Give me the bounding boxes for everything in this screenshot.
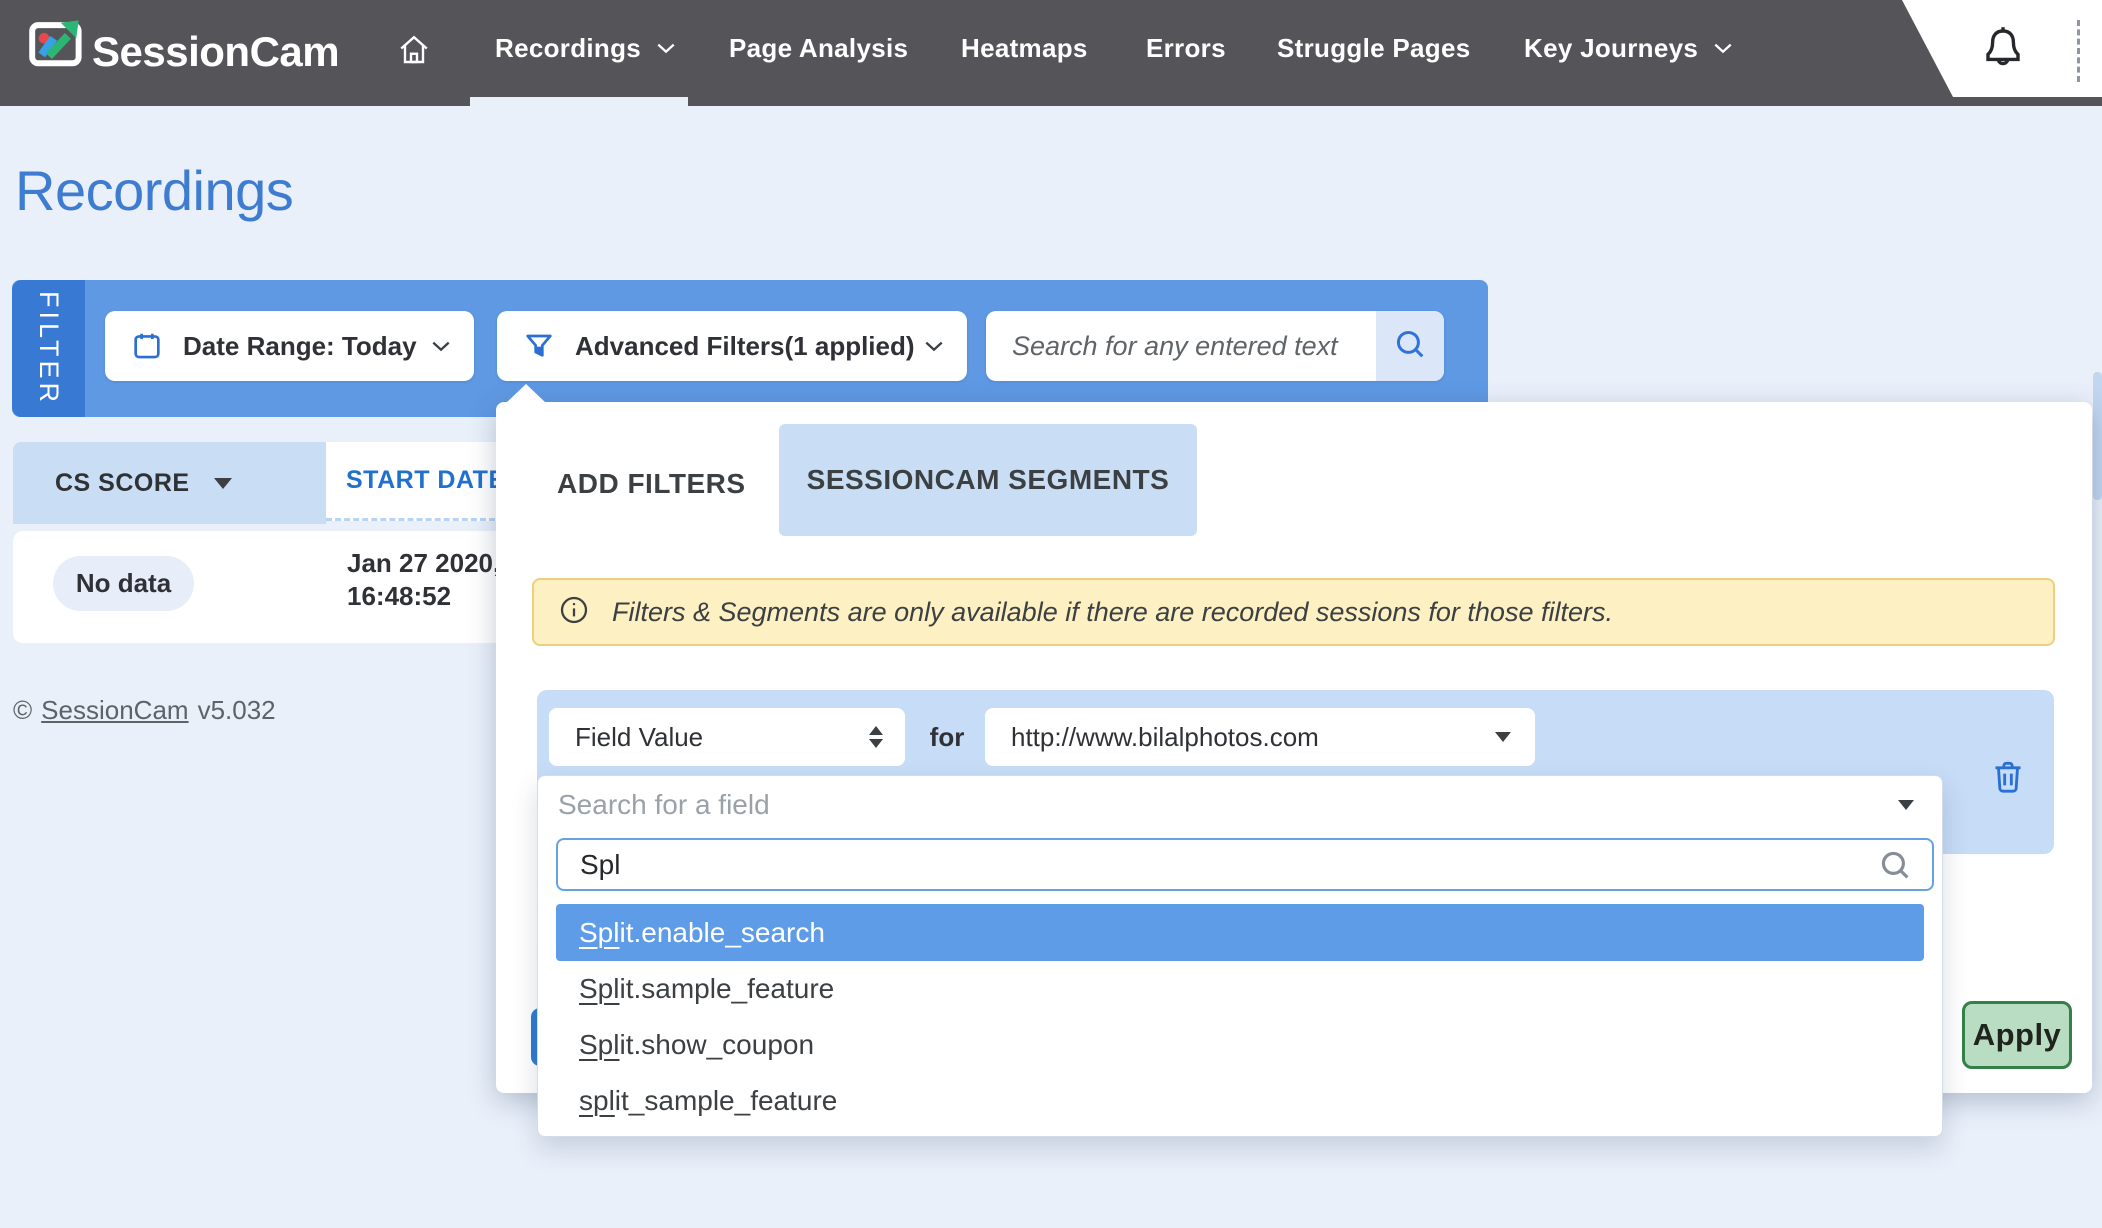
session-search-input[interactable] [986,311,1376,381]
field-combobox: Search for a field Split.enable_search S… [537,775,1943,1137]
apply-button[interactable]: Apply [1962,1001,2072,1069]
info-icon [558,594,590,631]
date-range-label: Date Range: Today [183,331,417,362]
active-nav-indicator [470,97,688,106]
nav-item-struggle-pages[interactable]: Struggle Pages [1277,0,1470,97]
calendar-icon [131,330,163,362]
nav-item-errors[interactable]: Errors [1146,0,1226,97]
warning-banner: Filters & Segments are only available if… [532,578,2055,646]
field-type-select[interactable]: Field Value [549,708,905,766]
search-icon [1876,846,1914,884]
panel-arrow-notch [506,384,546,403]
nav-item-page-analysis[interactable]: Page Analysis [729,0,908,97]
search-button[interactable] [1376,311,1444,381]
chevron-down-icon [657,43,675,54]
scrollbar-thumb[interactable] [2093,372,2102,500]
chevron-down-icon [432,341,450,352]
field-search [556,838,1934,891]
for-label: for [922,708,972,766]
warning-text: Filters & Segments are only available if… [612,597,1613,628]
sort-desc-icon [214,478,232,489]
field-placeholder: Search for a field [558,789,770,821]
field-option-split-show-coupon[interactable]: Split.show_coupon [556,1017,1924,1073]
field-option-split-sample-feature[interactable]: Split.sample_feature [556,961,1924,1017]
brand-name: SessionCam [92,21,339,83]
field-option-split-sample-feature-underscore[interactable]: split_sample_feature [556,1073,1924,1129]
field-search-input[interactable] [558,848,1876,882]
page-title: Recordings [15,158,293,223]
dropdown-arrow-icon [1898,800,1914,810]
notifications-bell-icon[interactable] [1979,22,2027,79]
tab-sessioncam-segments[interactable]: SESSIONCAM SEGMENTS [779,424,1197,536]
search-icon [1391,325,1429,368]
filter-tab-label: FILTER [33,291,64,406]
column-header-cs-score[interactable]: CS SCORE [13,442,326,524]
footer-version: © SessionCam v5.032 [13,695,276,726]
nav-dashed-divider [2077,20,2080,82]
session-search [986,311,1444,381]
chevron-down-icon [925,341,943,352]
table-row[interactable]: No data Jan 27 2020, 16:48:52 [13,531,536,643]
date-range-button[interactable]: Date Range: Today [105,311,474,381]
start-date-cell: Jan 27 2020, 16:48:52 [347,547,500,613]
field-option-split-enable-search[interactable]: Split.enable_search [556,904,1924,961]
nav-item-key-journeys[interactable]: Key Journeys [1524,0,1732,97]
nav-item-recordings[interactable]: Recordings [495,0,675,97]
sessioncam-link[interactable]: SessionCam [41,695,188,726]
chevron-down-icon [1714,43,1732,54]
tab-add-filters[interactable]: ADD FILTERS [557,456,746,512]
delete-filter-button[interactable] [1988,757,2028,802]
nav-item-heatmaps[interactable]: Heatmaps [961,0,1088,97]
advanced-filters-label: Advanced Filters(1 applied) [575,331,915,362]
select-spinner-icon [869,726,883,748]
home-icon[interactable] [396,32,432,73]
cs-score-badge: No data [53,556,194,611]
recordings-page: SessionCam Recordings Page Analysis Heat… [0,0,2102,1228]
field-combobox-toggle[interactable]: Search for a field [538,776,1942,834]
funnel-icon [523,330,555,362]
top-navbar: SessionCam Recordings Page Analysis Heat… [0,0,2102,106]
dropdown-arrow-icon [1495,732,1511,742]
sessioncam-logo-icon [25,18,87,68]
advanced-filters-button[interactable]: Advanced Filters(1 applied) [497,311,967,381]
site-select[interactable]: http://www.bilalphotos.com [985,708,1535,766]
filter-side-tab[interactable]: FILTER [12,280,85,417]
